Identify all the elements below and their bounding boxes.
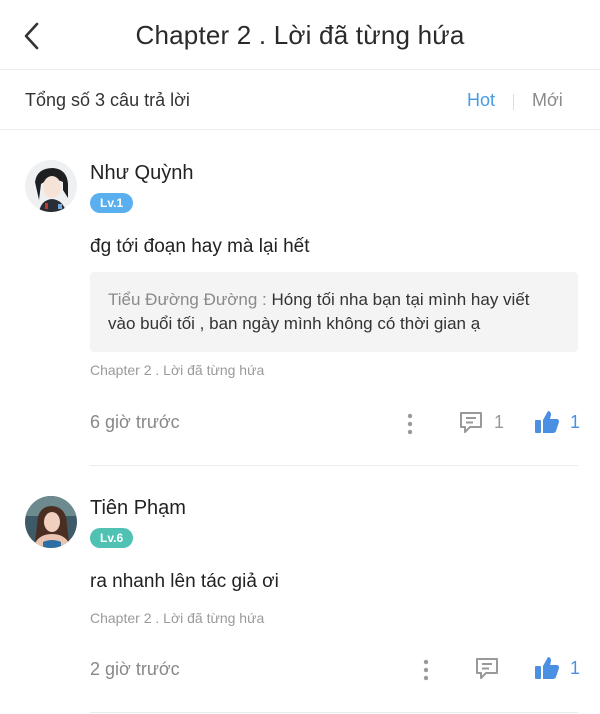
top-bar: Chapter 2 . Lời đã từng hứa — [0, 0, 600, 70]
comment-text: ra nhanh lên tác giả ơi — [90, 571, 279, 592]
comment-item: Tiên Phạm Lv.6 ra nhanh lên tác giả ơi C… — [0, 466, 600, 714]
chapter-reference[interactable]: Chapter 2 . Lời đã từng hứa — [90, 362, 264, 378]
comment-icon — [476, 658, 498, 679]
like-count: 1 — [570, 657, 581, 678]
username[interactable]: Như Quỳnh — [90, 162, 193, 185]
more-vertical-icon — [407, 413, 413, 435]
level-badge: Lv.1 — [90, 193, 134, 213]
like-button[interactable]: 1 — [534, 409, 580, 435]
comment-divider — [90, 712, 578, 713]
page-title: Chapter 2 . Lời đã từng hứa — [135, 20, 465, 50]
reply-author: Tiểu Đường Đường : — [108, 290, 267, 309]
timestamp: 6 giờ trước — [90, 412, 180, 432]
chapter-reference[interactable]: Chapter 2 . Lời đã từng hứa — [90, 610, 264, 626]
comment-icon — [460, 412, 482, 433]
reply-count: 1 — [494, 411, 505, 432]
sort-hot-tab[interactable]: Hot — [467, 90, 495, 111]
avatar[interactable] — [25, 496, 77, 548]
filter-bar: Tổng số 3 câu trả lời Hot Mới — [0, 70, 600, 130]
like-count: 1 — [570, 411, 581, 432]
author-reply: Tiểu Đường Đường : Hóng tối nha bạn tại … — [90, 272, 578, 352]
comment-text: đg tới đoạn hay mà lại hết — [90, 236, 310, 257]
reply-button[interactable] — [474, 655, 500, 681]
more-options-button[interactable] — [402, 412, 418, 436]
avatar-image — [25, 496, 77, 548]
level-badge: Lv.6 — [90, 528, 134, 548]
total-answers: Tổng số 3 câu trả lời — [25, 90, 190, 110]
sort-divider — [513, 94, 514, 110]
more-vertical-icon — [423, 659, 429, 681]
sort-new-tab[interactable]: Mới — [532, 90, 563, 111]
comment-item: Như Quỳnh Lv.1 đg tới đoạn hay mà lại hế… — [0, 130, 600, 466]
timestamp: 2 giờ trước — [90, 659, 180, 679]
avatar-image — [25, 160, 77, 212]
like-button[interactable]: 1 — [534, 655, 580, 681]
thumbs-up-icon — [535, 657, 559, 679]
more-options-button[interactable] — [418, 658, 434, 682]
thumbs-up-icon — [535, 411, 559, 433]
reply-button[interactable]: 1 — [458, 409, 504, 435]
username[interactable]: Tiên Phạm — [90, 497, 186, 520]
avatar[interactable] — [25, 160, 77, 212]
